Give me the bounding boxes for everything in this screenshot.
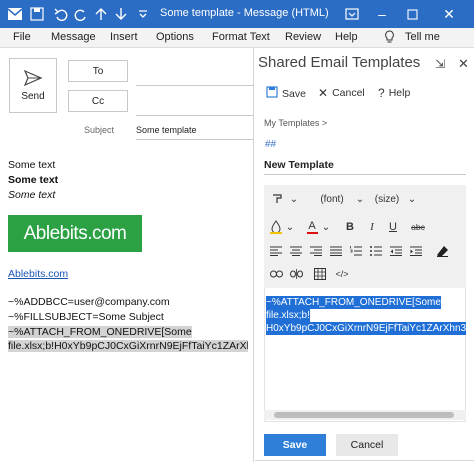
style-dropdown-icon[interactable]: ⌄ bbox=[288, 190, 300, 208]
font-color-bar bbox=[306, 232, 318, 234]
panel-cancel-label: Cancel bbox=[332, 87, 365, 99]
to-button[interactable]: To bbox=[68, 60, 128, 82]
numbered-list-icon[interactable] bbox=[348, 242, 364, 260]
title-bar: Some template - Message (HTML) – ✕ bbox=[0, 0, 474, 28]
menu-insert[interactable]: Insert bbox=[110, 31, 138, 43]
pin-icon[interactable]: ⇲ bbox=[435, 57, 445, 71]
editor-toolbar: ⌄ (font) ⌄ (size) ⌄ ⌄ A ⌄ B I U abc </> bbox=[264, 185, 466, 288]
macro-attach-line2[interactable]: file.xlsx;b!H0xYb9pCJ0CxGiXrnrN9EjFfTaiY… bbox=[8, 340, 248, 352]
close-window-button[interactable]: ✕ bbox=[438, 4, 460, 24]
panel-cancel-action[interactable]: ✕ Cancel bbox=[318, 86, 365, 100]
menu-file[interactable]: File bbox=[13, 31, 31, 43]
ribbon-display-icon[interactable] bbox=[343, 5, 361, 23]
editor-selected-line2[interactable]: file.xlsx;b! bbox=[266, 309, 310, 322]
insert-table-icon[interactable] bbox=[312, 265, 328, 283]
remove-link-icon[interactable] bbox=[288, 265, 304, 283]
increase-indent-icon[interactable] bbox=[408, 242, 424, 260]
menu-tell-me[interactable]: Tell me bbox=[405, 31, 440, 43]
outlook-app-icon bbox=[6, 5, 24, 23]
template-name-input[interactable]: New Template bbox=[264, 159, 334, 171]
align-right-icon[interactable] bbox=[308, 242, 324, 260]
justify-icon[interactable] bbox=[328, 242, 344, 260]
strikethrough-button[interactable]: abc bbox=[407, 218, 429, 236]
panel-help-label: Help bbox=[388, 87, 411, 99]
italic-button[interactable]: I bbox=[364, 218, 380, 236]
size-select[interactable]: (size) bbox=[369, 190, 405, 208]
cc-field[interactable] bbox=[136, 115, 254, 116]
breadcrumb[interactable]: My Templates > bbox=[264, 118, 327, 128]
scrollbar-thumb[interactable] bbox=[274, 412, 454, 418]
macro-attach-line1[interactable]: ~%ATTACH_FROM_ONEDRIVE[Some bbox=[8, 326, 192, 338]
to-field[interactable] bbox=[136, 85, 254, 86]
save-button[interactable]: Save bbox=[264, 434, 326, 456]
bold-button[interactable]: B bbox=[342, 218, 358, 236]
highlight-dropdown-icon[interactable]: ⌄ bbox=[285, 218, 295, 236]
menu-bar: File Message Insert Options Format Text … bbox=[0, 28, 474, 48]
bulleted-list-icon[interactable] bbox=[368, 242, 384, 260]
clear-formatting-icon[interactable] bbox=[434, 242, 450, 260]
maximize-button[interactable] bbox=[401, 4, 423, 24]
menu-help[interactable]: Help bbox=[335, 31, 358, 43]
lightbulb-icon bbox=[384, 30, 395, 46]
minimize-button[interactable]: – bbox=[371, 4, 393, 24]
macro-addbcc[interactable]: ~%ADDBCC=user@company.com bbox=[8, 296, 170, 308]
redo-icon[interactable] bbox=[72, 5, 90, 23]
panel-bottom-divider bbox=[255, 460, 474, 461]
template-editor[interactable]: ~%ATTACH_FROM_ONEDRIVE[Some file.xlsx;b!… bbox=[264, 288, 466, 422]
code-view-button[interactable]: </> bbox=[332, 265, 352, 283]
shared-templates-panel: Shared Email Templates ⇲ ✕ Save ✕ Cancel… bbox=[255, 48, 474, 462]
body-plain-text[interactable]: Some text bbox=[8, 159, 55, 171]
template-name-underline bbox=[264, 174, 466, 175]
cancel-x-icon: ✕ bbox=[318, 86, 329, 100]
panel-save-action[interactable]: Save bbox=[266, 86, 306, 101]
align-center-icon[interactable] bbox=[288, 242, 304, 260]
send-label: Send bbox=[21, 91, 45, 102]
subject-underline bbox=[136, 139, 254, 140]
font-color-letter: A bbox=[308, 220, 316, 232]
menu-review[interactable]: Review bbox=[285, 31, 321, 43]
menu-message[interactable]: Message bbox=[51, 31, 96, 43]
save-icon[interactable] bbox=[28, 5, 46, 23]
font-color-dropdown-icon[interactable]: ⌄ bbox=[321, 218, 331, 236]
cancel-button[interactable]: Cancel bbox=[336, 434, 398, 456]
align-left-icon[interactable] bbox=[268, 242, 284, 260]
question-icon: ? bbox=[378, 86, 385, 100]
subject-label: Subject bbox=[84, 125, 115, 135]
insert-link-icon[interactable] bbox=[268, 265, 284, 283]
menu-format-text[interactable]: Format Text bbox=[212, 31, 270, 43]
underline-button[interactable]: U bbox=[385, 218, 401, 236]
paint-brush-icon[interactable] bbox=[268, 190, 286, 208]
panel-save-label: Save bbox=[282, 87, 306, 100]
compose-area: Send To Cc Subject Some template Some te… bbox=[0, 48, 254, 462]
menu-options[interactable]: Options bbox=[156, 31, 194, 43]
editor-selected-line3[interactable]: H0xYb9pCJ0CxGiXrnrN9EjFfTaiYc1ZArXhn3K0g bbox=[266, 322, 466, 335]
close-icon[interactable]: ✕ bbox=[458, 56, 469, 72]
tags-field[interactable]: ## bbox=[265, 139, 276, 150]
body-italic-text[interactable]: Some text bbox=[8, 189, 55, 201]
body-bold-text[interactable]: Some text bbox=[8, 174, 58, 186]
body-link[interactable]: Ablebits.com bbox=[8, 268, 68, 280]
ablebits-logo: Ablebits.com bbox=[8, 215, 142, 252]
panel-help-action[interactable]: ? Help bbox=[378, 86, 410, 100]
panel-title: Shared Email Templates bbox=[258, 54, 421, 71]
arrow-down-icon[interactable] bbox=[112, 5, 130, 23]
send-icon bbox=[23, 69, 43, 87]
font-dropdown-icon[interactable]: ⌄ bbox=[354, 190, 366, 208]
save-icon bbox=[266, 86, 278, 101]
send-button[interactable]: Send bbox=[9, 58, 57, 113]
subject-input[interactable]: Some template bbox=[136, 125, 197, 135]
window-title: Some template - Message (HTML) bbox=[160, 7, 329, 19]
cc-button[interactable]: Cc bbox=[68, 90, 128, 112]
decrease-indent-icon[interactable] bbox=[388, 242, 404, 260]
editor-selected-line1[interactable]: ~%ATTACH_FROM_ONEDRIVE[Some bbox=[266, 296, 441, 309]
font-color-icon[interactable]: A bbox=[304, 218, 320, 236]
size-dropdown-icon[interactable]: ⌄ bbox=[406, 190, 418, 208]
customize-toolbar-icon[interactable] bbox=[134, 5, 152, 23]
font-select[interactable]: (font) bbox=[312, 190, 352, 208]
highlight-icon[interactable] bbox=[268, 218, 284, 236]
undo-icon[interactable] bbox=[52, 5, 70, 23]
horizontal-scrollbar[interactable] bbox=[264, 410, 466, 420]
macro-fillsubject[interactable]: ~%FILLSUBJECT=Some Subject bbox=[8, 311, 164, 323]
arrow-up-icon[interactable] bbox=[92, 5, 110, 23]
